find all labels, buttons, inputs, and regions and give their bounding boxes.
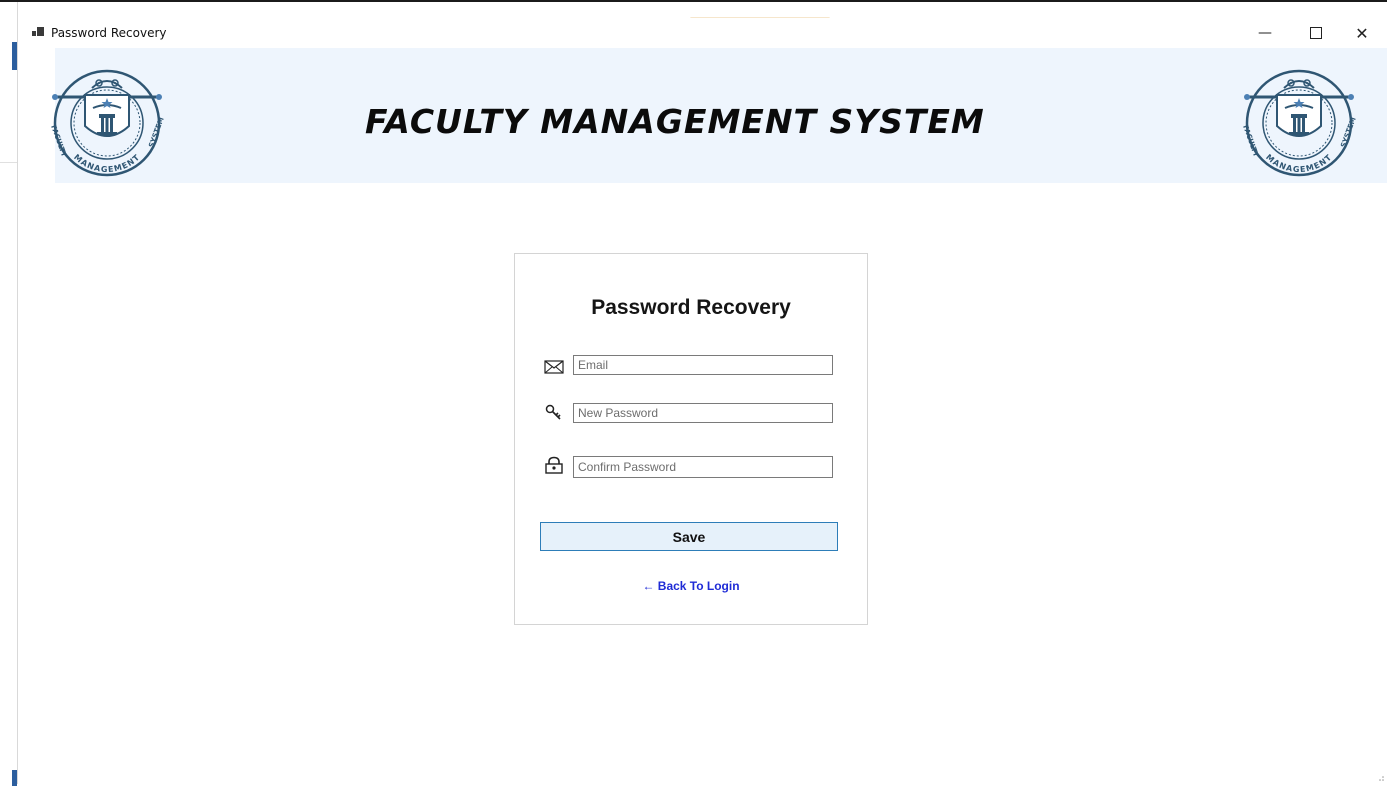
lock-icon <box>545 456 563 474</box>
header-banner: MANAGEMENT FACULTY SYSTEM FACULTY MANAGE… <box>49 48 1387 183</box>
top-strip <box>0 0 1387 2</box>
maximize-button[interactable] <box>1293 18 1339 48</box>
minimize-icon: — <box>1258 25 1272 41</box>
new-password-field[interactable] <box>573 403 833 423</box>
close-icon: ✕ <box>1355 23 1369 43</box>
logo-text: FACULTY <box>1241 124 1260 159</box>
svg-text:MANAGEMENT: MANAGEMENT <box>72 152 142 174</box>
logo-text: MANAGEMENT <box>72 152 141 174</box>
logo-text: SYSTEM <box>1339 116 1357 149</box>
logo-text: MANAGEMENT <box>1264 152 1333 174</box>
resize-grip-icon[interactable] <box>1375 772 1385 782</box>
background-app-edge <box>0 2 18 786</box>
close-button[interactable]: ✕ <box>1339 18 1385 48</box>
background-divider <box>0 162 17 163</box>
key-icon <box>545 404 561 420</box>
password-recovery-card: Password Recovery Save ← Back To Login <box>514 253 868 625</box>
save-button[interactable]: Save <box>540 522 838 551</box>
confirm-password-field[interactable] <box>573 456 833 478</box>
envelope-icon <box>544 360 564 374</box>
faculty-logo-right: MANAGEMENT FACULTY SYSTEM <box>1241 69 1358 177</box>
email-field[interactable] <box>573 355 833 375</box>
title-bar[interactable]: Password Recovery — ✕ <box>18 18 1387 48</box>
logo-text: SYSTEM <box>147 116 165 149</box>
logo-text: FACULTY <box>49 124 68 159</box>
faculty-logo-left: MANAGEMENT FACULTY SYSTEM <box>49 69 166 177</box>
app-icon <box>32 27 44 38</box>
app-title: FACULTY MANAGEMENT SYSTEM <box>365 102 985 141</box>
background-app-accent <box>12 42 17 70</box>
svg-text:MANAGEMENT: MANAGEMENT <box>1264 152 1334 174</box>
back-to-login-link[interactable]: ← Back To Login <box>515 579 867 593</box>
form-title: Password Recovery <box>591 296 791 319</box>
minimize-button[interactable]: — <box>1242 18 1288 48</box>
window-title: Password Recovery <box>51 26 167 40</box>
password-recovery-window: Password Recovery — ✕ MANAGEMENT FACULTY… <box>18 18 1387 784</box>
maximize-icon <box>1310 27 1322 39</box>
